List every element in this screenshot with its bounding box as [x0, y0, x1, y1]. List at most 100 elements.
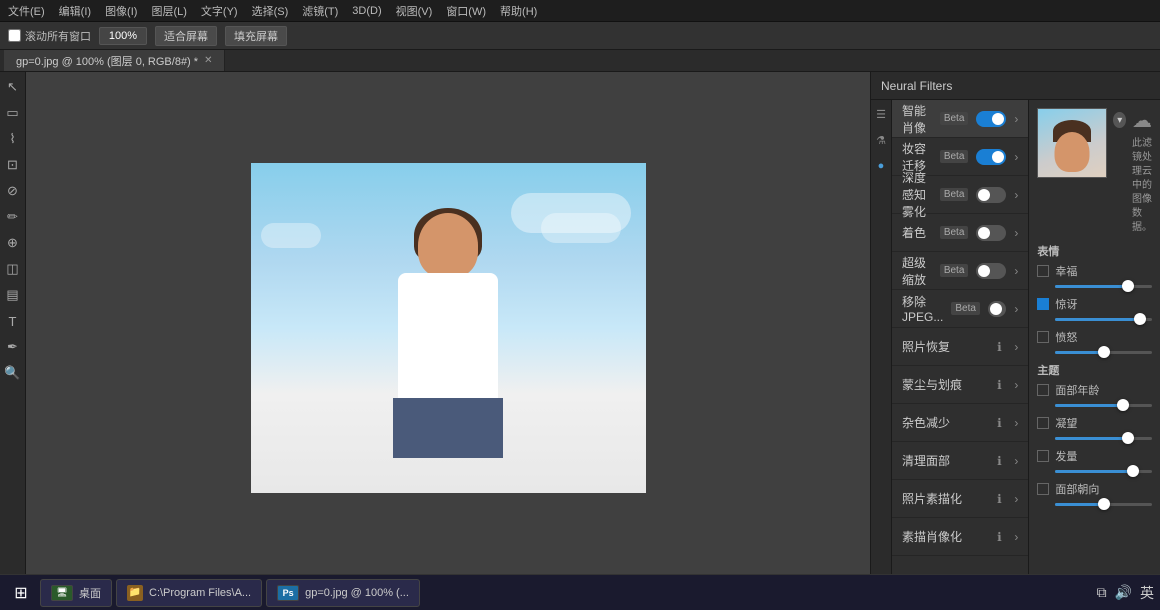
fit-screen-button[interactable]: 适合屏幕 — [155, 26, 217, 46]
clone-tool-icon[interactable]: ⊕ — [2, 232, 24, 254]
toggle-makeup[interactable] — [976, 149, 1006, 165]
taskbar-folder[interactable]: 📁 C:\Program Files\A... — [116, 579, 262, 607]
filter-item-sketch[interactable]: 照片素描化 ℹ › — [892, 480, 1028, 518]
girl-figure — [358, 213, 538, 493]
menu-item-filter[interactable]: 滤镜(T) — [302, 3, 338, 19]
taskbar-desktop[interactable]: 🖥 桌面 — [40, 579, 112, 607]
surprise-thumb[interactable] — [1134, 313, 1146, 325]
person-head — [418, 213, 478, 278]
person-body — [398, 273, 498, 413]
menu-item-window[interactable]: 窗口(W) — [446, 3, 486, 19]
toggle-remove-jpeg[interactable] — [988, 301, 1006, 317]
active-filter-icon[interactable]: ● — [871, 156, 891, 176]
age-label: 面部年龄 — [1055, 382, 1152, 398]
fill-screen-button[interactable]: 填充屏幕 — [225, 26, 287, 46]
age-checkbox[interactable] — [1037, 384, 1049, 396]
happiness-thumb[interactable] — [1122, 280, 1134, 292]
pen-tool-icon[interactable]: ✒ — [2, 336, 24, 358]
selection-tool-icon[interactable]: ▭ — [2, 102, 24, 124]
anger-fill — [1055, 351, 1103, 354]
crop-tool-icon[interactable]: ⊡ — [2, 154, 24, 176]
anger-row: 愤怒 — [1037, 329, 1152, 345]
document-tab[interactable]: gp=0.jpg @ 100% (图层 0, RGB/8#) * ✕ — [4, 50, 225, 71]
anger-thumb[interactable] — [1098, 346, 1110, 358]
filter-item-super-zoom[interactable]: 超级缩放 Beta › — [892, 252, 1028, 290]
face-direction-row: 面部朝向 — [1037, 481, 1152, 497]
arrow-icon-8: › — [1014, 416, 1018, 430]
toggle-super-zoom[interactable] — [976, 263, 1006, 279]
tab-close-icon[interactable]: ✕ — [204, 55, 212, 66]
folder-icon: 📁 — [127, 585, 143, 601]
desktop-icon: 🖥 — [51, 585, 73, 601]
app-window: 文件(E) 编辑(I) 图像(I) 图层(L) 文字(Y) 选择(S) 滤镜(T… — [0, 0, 1160, 610]
face-direction-label: 面部朝向 — [1055, 481, 1152, 497]
gaze-thumb[interactable] — [1122, 432, 1134, 444]
filter-list-icon[interactable]: ☰ — [871, 104, 891, 124]
gaze-checkbox[interactable] — [1037, 417, 1049, 429]
toggle-portrait[interactable] — [976, 111, 1006, 127]
menu-item-help[interactable]: 帮助(H) — [500, 3, 537, 19]
expression-section-header: 表情 — [1037, 243, 1152, 259]
arrow-icon-2: › — [1014, 188, 1018, 202]
taskbar-ime-icon[interactable]: 英 — [1140, 583, 1154, 603]
face-direction-thumb[interactable] — [1098, 498, 1110, 510]
portrait-face — [1055, 132, 1090, 172]
surprise-fill — [1055, 318, 1140, 321]
toggle-colorize[interactable] — [976, 225, 1006, 241]
taskbar-ps[interactable]: Ps gp=0.jpg @ 100% (... — [266, 579, 420, 607]
eyedropper-tool-icon[interactable]: ⊘ — [2, 180, 24, 202]
gaze-label: 凝望 — [1055, 415, 1152, 431]
menu-item-layer[interactable]: 图层(L) — [151, 3, 186, 19]
toggle-depth-fog[interactable] — [976, 187, 1006, 203]
age-thumb[interactable] — [1117, 399, 1129, 411]
surprise-label: 惊讶 — [1055, 296, 1152, 312]
gaze-slider-container — [1037, 437, 1152, 440]
happiness-checkbox[interactable] — [1037, 265, 1049, 277]
menu-item-select[interactable]: 选择(S) — [252, 3, 289, 19]
filter-item-dust[interactable]: 蒙尘与划痕 ℹ › — [892, 366, 1028, 404]
filter-item-remove-jpeg[interactable]: 移除 JPEG... Beta › — [892, 290, 1028, 328]
arrow-icon-6: › — [1014, 340, 1018, 354]
cloud-info-area: ☁ 此滤镜处理云中的图像数据。 — [1132, 108, 1152, 235]
face-direction-checkbox[interactable] — [1037, 483, 1049, 495]
scroll-all-checkbox[interactable] — [8, 29, 21, 42]
zoom-tool-icon[interactable]: 🔍 — [2, 362, 24, 384]
cloud-3 — [261, 223, 321, 248]
menu-item-text[interactable]: 文字(Y) — [201, 3, 238, 19]
tab-label: gp=0.jpg @ 100% (图层 0, RGB/8#) * — [16, 53, 198, 69]
portrait-thumbnail — [1037, 108, 1107, 178]
surprise-checkbox[interactable] — [1037, 298, 1049, 310]
filter-item-portrait-sketch[interactable]: 素描肖像化 ℹ › — [892, 518, 1028, 556]
filter-item-clean-face[interactable]: 清理面部 ℹ › — [892, 442, 1028, 480]
start-button[interactable]: ⊞ — [6, 578, 36, 608]
eraser-tool-icon[interactable]: ◫ — [2, 258, 24, 280]
move-tool-icon[interactable]: ↖ — [2, 76, 24, 98]
search-icon[interactable]: ⚗ — [871, 130, 891, 150]
cloud-icon: ☁ — [1132, 108, 1152, 133]
filter-item-noise[interactable]: 杂色减少 ℹ › — [892, 404, 1028, 442]
hair-thumb[interactable] — [1127, 465, 1139, 477]
menu-item-file[interactable]: 文件(E) — [8, 3, 45, 19]
hair-checkbox[interactable] — [1037, 450, 1049, 462]
filter-item-restore[interactable]: 照片恢复 ℹ › — [892, 328, 1028, 366]
panel-icons: ☰ ⚗ ● — [871, 100, 892, 584]
menu-item-image[interactable]: 图像(I) — [105, 3, 137, 19]
brush-tool-icon[interactable]: ✏ — [2, 206, 24, 228]
lasso-tool-icon[interactable]: ⌇ — [2, 128, 24, 150]
arrow-icon-11: › — [1014, 530, 1018, 544]
anger-checkbox[interactable] — [1037, 331, 1049, 343]
taskbar-volume-icon[interactable]: 🔊 — [1115, 584, 1132, 601]
menu-item-edit[interactable]: 编辑(I) — [59, 3, 91, 19]
text-tool-icon[interactable]: T — [2, 310, 24, 332]
filter-item-portrait[interactable]: 智能肖像 Beta › — [892, 100, 1028, 138]
zoom-input[interactable] — [99, 27, 147, 45]
menu-item-3d[interactable]: 3D(D) — [352, 5, 381, 17]
scroll-all-label[interactable]: 滚动所有窗口 — [8, 28, 91, 44]
filter-item-depth-fog[interactable]: 深度感知雾化 Beta › — [892, 176, 1028, 214]
portrait-dropdown-btn[interactable]: ▾ — [1113, 112, 1126, 128]
menu-item-view[interactable]: 视图(V) — [396, 3, 433, 19]
gradient-tool-icon[interactable]: ▤ — [2, 284, 24, 306]
taskbar-sys-icons: ⧉ 🔊 英 — [1097, 583, 1154, 603]
filter-list: 智能肖像 Beta › 妆容迁移 Beta › 深度感知雾化 Beta — [892, 100, 1029, 584]
taskbar-multiwindow-icon[interactable]: ⧉ — [1097, 584, 1107, 601]
